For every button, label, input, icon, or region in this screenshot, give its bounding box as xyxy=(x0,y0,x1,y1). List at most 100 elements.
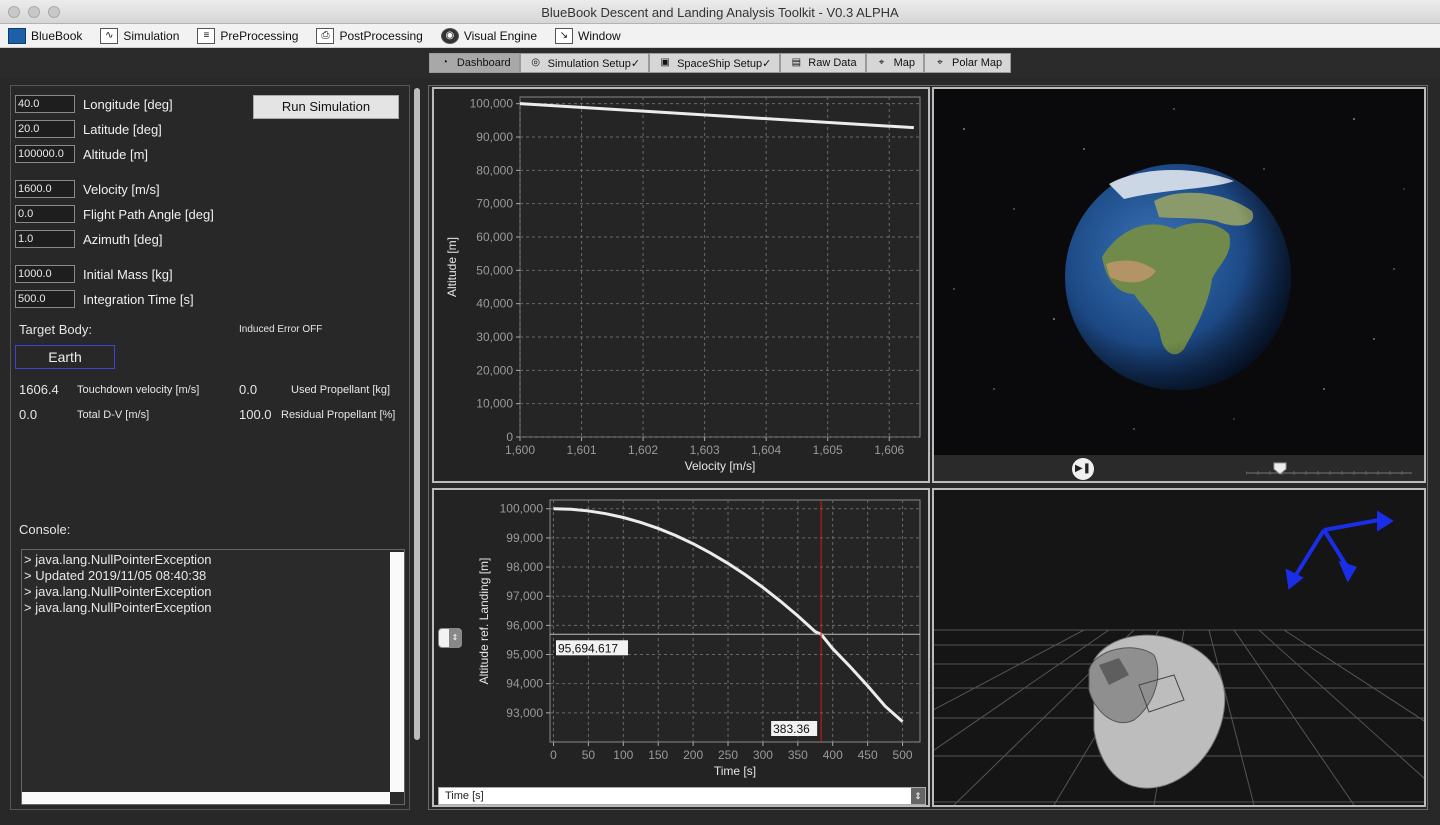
longitude-input[interactable] xyxy=(15,95,75,113)
console-horizontal-scrollbar[interactable] xyxy=(22,792,390,804)
initial-mass-input[interactable] xyxy=(15,265,75,283)
preprocessing-icon: ≡ xyxy=(197,27,216,44)
x-axis-variable-selector[interactable]: Time [s] ⇕ xyxy=(438,787,926,805)
azimuth-label: Azimuth [deg] xyxy=(83,231,163,247)
altitude-time-chart[interactable]: 0 50 100 150 200 250 300 350 400 450 500 93,000 94,0… xyxy=(434,490,928,784)
x-tick-label: 500 xyxy=(893,748,913,762)
altitude-row: Altitude [m] xyxy=(15,145,148,163)
x-axis-selector-value: Time [s] xyxy=(445,790,484,802)
tab-raw-data[interactable]: ▤ Raw Data xyxy=(780,53,866,73)
x-tick-label: 150 xyxy=(648,748,668,762)
tab-map[interactable]: ⌖ Map xyxy=(865,53,924,73)
y-tick-label: 80,000 xyxy=(476,163,513,177)
raw-data-icon: ▤ xyxy=(791,57,802,68)
y-tick-label: 100,000 xyxy=(500,502,544,516)
flight-path-angle-label: Flight Path Angle [deg] xyxy=(83,206,214,222)
menu-label: Window xyxy=(578,28,621,43)
console-line: > Updated 2019/11/05 08:40:38 xyxy=(24,568,207,583)
console-output[interactable]: > java.lang.NullPointerException > Updat… xyxy=(21,549,405,805)
menu-label: PostProcessing xyxy=(339,28,423,43)
simulation-icon: ∿ xyxy=(100,27,119,44)
induced-error-status: Induced Error OFF xyxy=(239,324,323,335)
latitude-row: Latitude [deg] xyxy=(15,120,162,138)
x-tick-label: 50 xyxy=(582,748,596,762)
flight-path-angle-row: Flight Path Angle [deg] xyxy=(15,205,214,223)
residual-propellant-value: 100.0 xyxy=(239,407,272,422)
menu-postprocessing[interactable]: ⎙ PostProcessing xyxy=(316,27,423,44)
azimuth-row: Azimuth [deg] xyxy=(15,230,163,248)
menu-bluebook[interactable]: BlueBook xyxy=(8,27,83,44)
x-tick-label: 100 xyxy=(613,748,633,762)
postprocessing-icon: ⎙ xyxy=(316,27,335,44)
y-tick-label: 30,000 xyxy=(476,330,513,344)
x-tick-label: 450 xyxy=(858,748,878,762)
window-title: BlueBook Descent and Landing Analysis To… xyxy=(541,5,899,20)
run-simulation-button[interactable]: Run Simulation xyxy=(253,95,399,119)
y-tick-label: 97,000 xyxy=(506,589,543,603)
globe-view-pane: ▶❚ xyxy=(932,87,1426,483)
tab-label: Map xyxy=(893,57,915,69)
tab-simulation-setup[interactable]: ◎ Simulation Setup✓ xyxy=(519,53,650,73)
y-tick-label: 100,000 xyxy=(470,97,514,111)
x-tick-label: 200 xyxy=(683,748,703,762)
longitude-label: Longitude [deg] xyxy=(83,96,173,112)
integration-time-input[interactable] xyxy=(15,290,75,308)
slider-thumb[interactable] xyxy=(1273,462,1287,475)
altitude-input[interactable] xyxy=(15,145,75,163)
capsule-attitude-view-pane xyxy=(753,488,1440,807)
x-tick-label: 1,604 xyxy=(751,443,781,457)
y-axis-label: Altitude [m] xyxy=(445,237,459,297)
y-tick-label: 0 xyxy=(506,430,513,444)
latitude-input[interactable] xyxy=(15,120,75,138)
x-tick-label: 400 xyxy=(823,748,843,762)
azimuth-input[interactable] xyxy=(15,230,75,248)
y-tick-label: 96,000 xyxy=(506,618,543,632)
y-tick-label: 10,000 xyxy=(476,397,513,411)
target-body-button[interactable]: Earth xyxy=(15,345,115,369)
globe-control-bar: ▶❚ xyxy=(934,455,1424,481)
earth-globe xyxy=(1065,164,1291,390)
main-tab-bar: ◔ Dashboard ◎ Simulation Setup✓ ▣ SpaceShip… xyxy=(0,48,1440,78)
altitude-velocity-chart-pane: 1,600 1,601 1,602 1,603 1,604 1,605 1,606 0 10,0… xyxy=(432,87,930,483)
used-propellant-label: Used Propellant [kg] xyxy=(291,384,391,396)
tab-polar-map[interactable]: ⌖ Polar Map xyxy=(924,53,1012,73)
total-dv-value: 0.0 xyxy=(19,407,38,422)
x-tick-label: 1,603 xyxy=(690,443,720,457)
console-vertical-scrollbar[interactable] xyxy=(390,552,404,792)
capsule-attitude-view[interactable] xyxy=(753,490,1440,806)
play-pause-button[interactable]: ▶❚ xyxy=(1072,458,1094,480)
y-tick-label: 20,000 xyxy=(476,363,513,377)
menu-visual-engine[interactable]: ◉ Visual Engine xyxy=(440,27,537,44)
crosshair-y-label: 95,694.617 xyxy=(558,641,618,655)
latitude-label: Latitude [deg] xyxy=(83,121,162,137)
velocity-label: Velocity [m/s] xyxy=(83,181,160,197)
menu-label: Visual Engine xyxy=(463,28,537,43)
residual-propellant-label: Residual Propellant [%] xyxy=(281,409,396,421)
spaceship-setup-icon: ▣ xyxy=(660,57,670,68)
capsule-model xyxy=(1088,634,1226,789)
plot-area xyxy=(519,96,921,438)
y-tick-label: 98,000 xyxy=(506,560,543,574)
console-line: > java.lang.NullPointerException xyxy=(24,552,212,567)
altitude-time-chart-pane: ⇕ 0 50 100 150 200 250 300 350 400 450 500 93,000 94… xyxy=(432,488,930,807)
panel-splitter-handle[interactable] xyxy=(414,88,420,740)
target-body-label: Target Body: xyxy=(19,322,92,337)
tab-dashboard[interactable]: ◔ Dashboard xyxy=(428,53,520,73)
flight-path-angle-input[interactable] xyxy=(15,205,75,223)
menu-simulation[interactable]: ∿ Simulation xyxy=(100,27,179,44)
y-axis-label: Altitude ref. Landing [m] xyxy=(477,558,491,685)
menu-window[interactable]: ↘ Window xyxy=(555,27,621,44)
menu-label: BlueBook xyxy=(31,28,83,43)
initial-mass-row: Initial Mass [kg] xyxy=(15,265,173,283)
velocity-input[interactable] xyxy=(15,180,75,198)
globe-view[interactable] xyxy=(934,89,1424,455)
visual-engine-icon: ◉ xyxy=(440,27,459,44)
animation-time-slider[interactable] xyxy=(1246,461,1412,475)
plot-area xyxy=(549,499,921,743)
altitude-velocity-chart[interactable]: 1,600 1,601 1,602 1,603 1,604 1,605 1,606 0 10,0… xyxy=(434,89,928,481)
menu-preprocessing[interactable]: ≡ PreProcessing xyxy=(197,27,298,44)
tab-spaceship-setup[interactable]: ▣ SpaceShip Setup✓ xyxy=(649,53,781,73)
simulation-input-panel: Longitude [deg] Latitude [deg] Altitude … xyxy=(10,85,410,810)
integration-time-label: Integration Time [s] xyxy=(83,291,194,307)
console-line: > java.lang.NullPointerException xyxy=(24,600,212,615)
